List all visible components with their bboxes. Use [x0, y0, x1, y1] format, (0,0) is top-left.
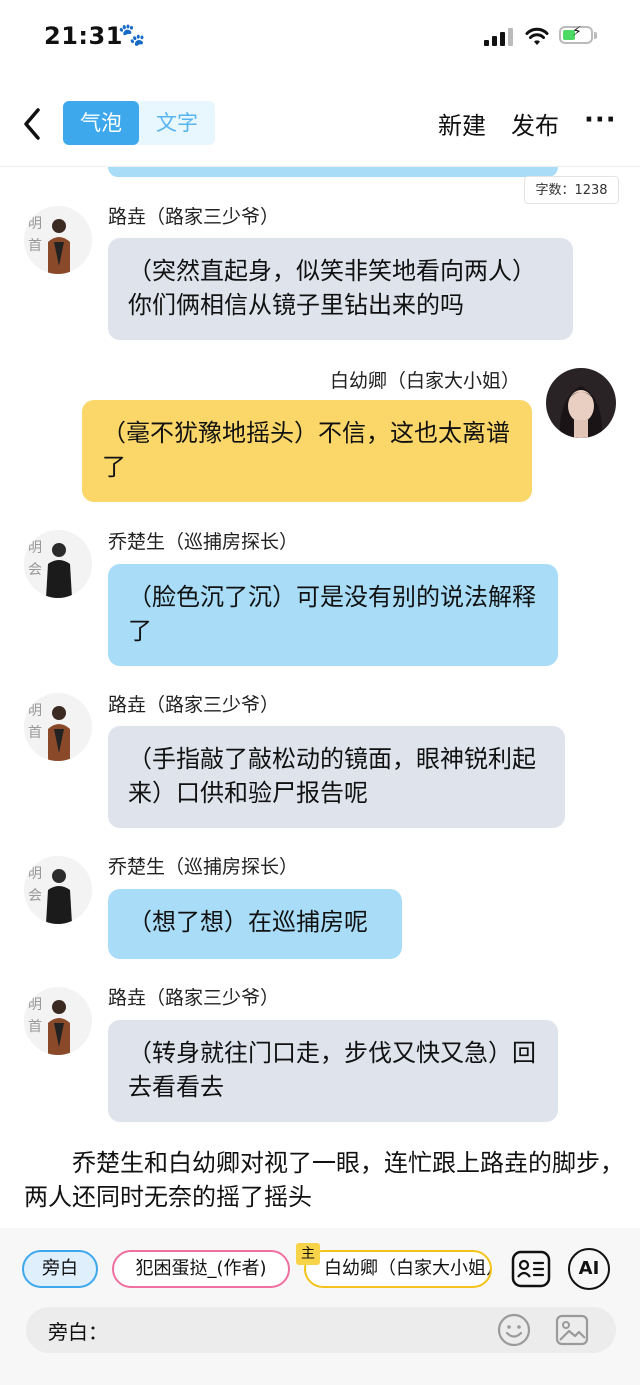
svg-text:首: 首	[28, 238, 42, 254]
svg-text:明: 明	[28, 540, 42, 556]
avatar-lu-yao[interactable]: 明 首	[24, 987, 92, 1055]
cellular-signal-icon	[484, 28, 514, 46]
word-count: 字数：1238	[524, 176, 619, 204]
speaker-name: 路垚（路家三少爷）	[108, 987, 280, 1009]
image-icon[interactable]	[554, 1312, 590, 1348]
chat-bubble[interactable]: （想了想）在巡捕房呢	[108, 889, 402, 959]
more-icon[interactable]: ···	[584, 105, 617, 135]
chat-bubble[interactable]: （脸色沉了沉）可是没有别的说法解释了	[108, 564, 558, 666]
mode-toggle: 气泡 文字	[63, 101, 215, 145]
avatar-qiao-chusheng[interactable]: 明 会	[24, 530, 92, 598]
chat-bubble[interactable]: （突然直起身，似笑非笑地看向两人）你们俩相信从镜子里钻出来的吗	[108, 238, 573, 340]
role-chip-author[interactable]: 犯困蛋挞_(作者)	[112, 1250, 290, 1288]
speaker-name: 乔楚生（巡捕房探长）	[108, 531, 299, 553]
svg-text:首: 首	[28, 725, 42, 741]
previous-bubble-edge	[108, 167, 558, 177]
tab-bubble[interactable]: 气泡	[63, 101, 139, 145]
svg-text:首: 首	[28, 1019, 42, 1035]
svg-text:明: 明	[28, 216, 42, 232]
chat-bubble[interactable]: （转身就往门口走，步伐又快又急）回去看看去	[108, 1020, 558, 1122]
speaker-name: 路垚（路家三少爷）	[108, 694, 280, 716]
chat-bubble[interactable]: （毫不犹豫地摇头）不信，这也太离谱了	[82, 400, 532, 502]
main-role-badge: 主	[296, 1243, 320, 1265]
avatar-lu-yao[interactable]: 明 首	[24, 206, 92, 274]
svg-text:会: 会	[28, 888, 42, 904]
avatar-qiao-chusheng[interactable]: 明 会	[24, 856, 92, 924]
avatar-bai-youqing[interactable]	[546, 368, 616, 438]
emoji-icon[interactable]	[496, 1312, 532, 1348]
new-button[interactable]: 新建	[438, 106, 486, 141]
narration-text[interactable]: 乔楚生和白幼卿对视了一眼，连忙跟上路垚的脚步，两人还同时无奈的摇了摇头	[24, 1146, 624, 1214]
wifi-icon	[525, 27, 549, 45]
ai-button[interactable]: AI	[568, 1248, 610, 1290]
role-chip-bai-youqing[interactable]: 白幼卿（白家大小姐）	[304, 1250, 492, 1288]
speaker-name: 白幼卿（白家大小姐）	[330, 370, 521, 392]
speaker-name: 乔楚生（巡捕房探长）	[108, 856, 299, 878]
input-role-label: 旁白：	[48, 1320, 108, 1344]
battery-cap	[594, 32, 597, 39]
speaker-name: 路垚（路家三少爷）	[108, 206, 280, 228]
publish-button[interactable]: 发布	[511, 106, 559, 141]
svg-text:明: 明	[28, 866, 42, 882]
tab-text[interactable]: 文字	[139, 101, 215, 145]
svg-text:明: 明	[28, 997, 42, 1013]
avatar-lu-yao[interactable]: 明 首	[24, 693, 92, 761]
svg-text:会: 会	[28, 562, 42, 578]
status-time: 21:31	[44, 22, 123, 50]
svg-text:明: 明	[28, 703, 42, 719]
role-chip-narrator[interactable]: 旁白	[22, 1250, 98, 1288]
chat-bubble[interactable]: （手指敲了敲松动的镜面，眼神锐利起来）口供和验尸报告呢	[108, 726, 565, 828]
paw-icon: 🐾	[118, 23, 146, 48]
battery-icon: ⚡	[559, 24, 593, 44]
role-card-icon[interactable]	[510, 1248, 552, 1290]
back-icon[interactable]	[18, 106, 58, 142]
